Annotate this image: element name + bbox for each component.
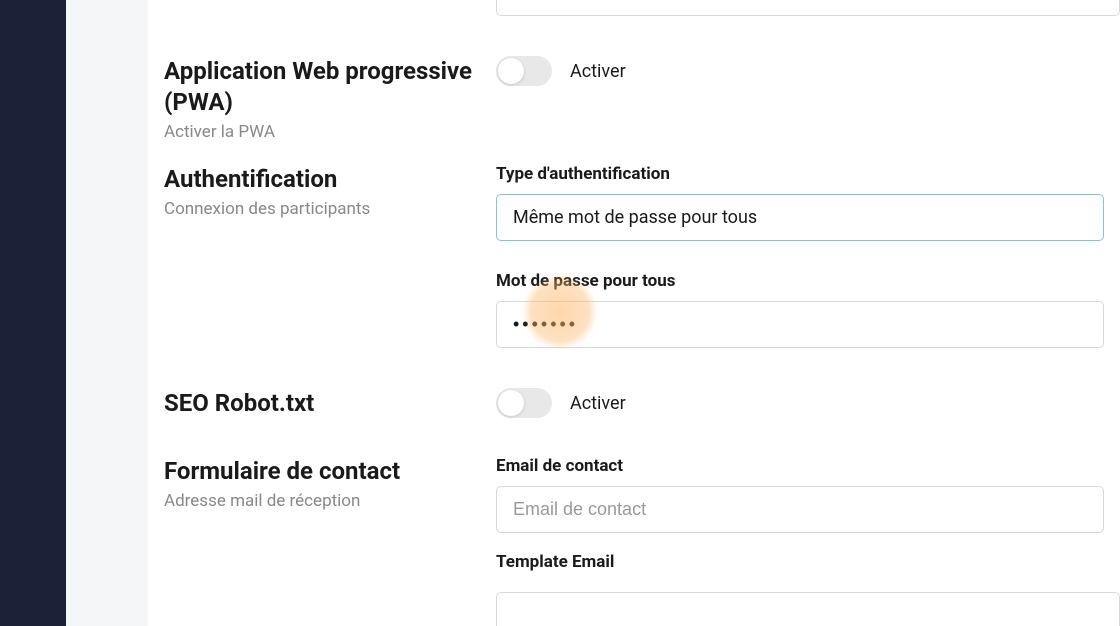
seo-toggle-label: Activer: [570, 393, 626, 414]
seo-section-header: SEO Robot.txt: [164, 388, 496, 423]
pwa-subtitle: Activer la PWA: [164, 122, 476, 142]
contact-email-label: Email de contact: [496, 456, 1104, 476]
pwa-section: Application Web progressive (PWA) Active…: [148, 56, 1120, 142]
auth-password-input[interactable]: [496, 301, 1104, 348]
pwa-controls: Activer: [496, 56, 1104, 142]
template-email-label: Template Email: [496, 552, 1120, 572]
contact-email-input[interactable]: [496, 486, 1104, 533]
seo-controls: Activer: [496, 388, 1104, 423]
auth-subtitle: Connexion des participants: [164, 199, 476, 219]
secondary-panel: [66, 0, 148, 626]
contact-controls: Email de contact: [496, 456, 1104, 533]
pwa-toggle-knob: [498, 58, 524, 84]
pwa-toggle[interactable]: [496, 56, 552, 86]
auth-password-label: Mot de passe pour tous: [496, 271, 1104, 291]
pwa-toggle-label: Activer: [570, 61, 626, 82]
contact-title: Formulaire de contact: [164, 456, 476, 487]
seo-toggle-row: Activer: [496, 388, 1104, 418]
contact-section-header: Formulaire de contact Adresse mail de ré…: [164, 456, 496, 533]
seo-toggle[interactable]: [496, 388, 552, 418]
auth-controls: Type d'authentification Même mot de pass…: [496, 164, 1104, 348]
settings-content: Application Web progressive (PWA) Active…: [148, 0, 1120, 626]
contact-section: Formulaire de contact Adresse mail de ré…: [148, 456, 1120, 533]
template-email-group: Template Email: [496, 552, 1120, 582]
seo-section: SEO Robot.txt Activer: [148, 388, 1120, 423]
auth-title: Authentification: [164, 164, 476, 195]
seo-toggle-knob: [498, 390, 524, 416]
sidebar-dark: ENT: [0, 0, 66, 626]
auth-section: Authentification Connexion des participa…: [148, 164, 1120, 348]
pwa-title: Application Web progressive (PWA): [164, 56, 476, 118]
seo-title: SEO Robot.txt: [164, 388, 476, 419]
pwa-toggle-row: Activer: [496, 56, 1104, 86]
auth-section-header: Authentification Connexion des participa…: [164, 164, 496, 348]
partial-input-top[interactable]: [496, 0, 1120, 16]
template-email-input[interactable]: [496, 592, 1120, 626]
contact-subtitle: Adresse mail de réception: [164, 491, 476, 511]
pwa-section-header: Application Web progressive (PWA) Active…: [164, 56, 496, 142]
auth-type-label: Type d'authentification: [496, 164, 1104, 184]
auth-type-select[interactable]: Même mot de passe pour tous: [496, 194, 1104, 241]
